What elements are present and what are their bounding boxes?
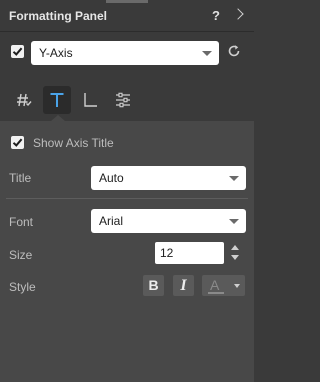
bold-button[interactable]: B [143,275,164,296]
font-color-swatch [208,292,224,294]
chevron-down-icon [229,176,239,181]
font-dropdown[interactable]: Arial [91,209,246,233]
show-axis-title-checkbox[interactable] [11,136,24,149]
show-axis-title-label: Show Axis Title [33,136,114,150]
check-icon [12,138,23,147]
axis-enable-checkbox[interactable] [11,45,24,58]
axis-icon [84,93,97,107]
italic-button[interactable]: I [173,275,194,296]
sliders-icon [116,92,130,108]
stepper-up-icon[interactable] [231,245,239,250]
title-dropdown[interactable]: Auto [91,166,246,190]
font-dropdown-value: Arial [99,214,124,228]
chevron-down-icon [202,51,212,56]
style-label: Style [9,280,36,294]
panel-title: Formatting Panel [9,9,108,23]
chevron-right-icon[interactable] [232,8,244,20]
stepper-down-icon[interactable] [231,255,239,260]
font-color-button[interactable]: A [202,275,245,296]
font-size-stepper[interactable] [228,242,242,264]
panel-header: Formatting Panel ? [0,0,254,32]
font-size-value: 12 [160,246,174,260]
title-dropdown-value: Auto [99,171,124,185]
font-color-icon: A [210,277,220,293]
reset-icon[interactable] [226,43,242,59]
tab-axis[interactable] [76,86,104,114]
title-label: Title [9,171,32,185]
format-tabs [0,82,254,120]
divider [6,198,248,199]
text-T-icon [50,93,64,107]
font-label: Font [9,215,34,229]
tab-number-format[interactable] [10,86,38,114]
chevron-down-icon [229,219,239,224]
check-icon [12,47,23,56]
font-size-input[interactable]: 12 [155,242,224,264]
tab-settings[interactable] [109,86,137,114]
hash-icon [17,93,32,107]
size-label: Size [9,248,33,262]
axis-dropdown[interactable]: Y-Axis [31,41,219,65]
help-icon[interactable]: ? [212,8,220,23]
resize-grip[interactable] [106,0,148,3]
tab-text[interactable] [43,86,71,114]
axis-dropdown-value: Y-Axis [39,46,73,60]
chevron-down-icon [234,284,240,288]
